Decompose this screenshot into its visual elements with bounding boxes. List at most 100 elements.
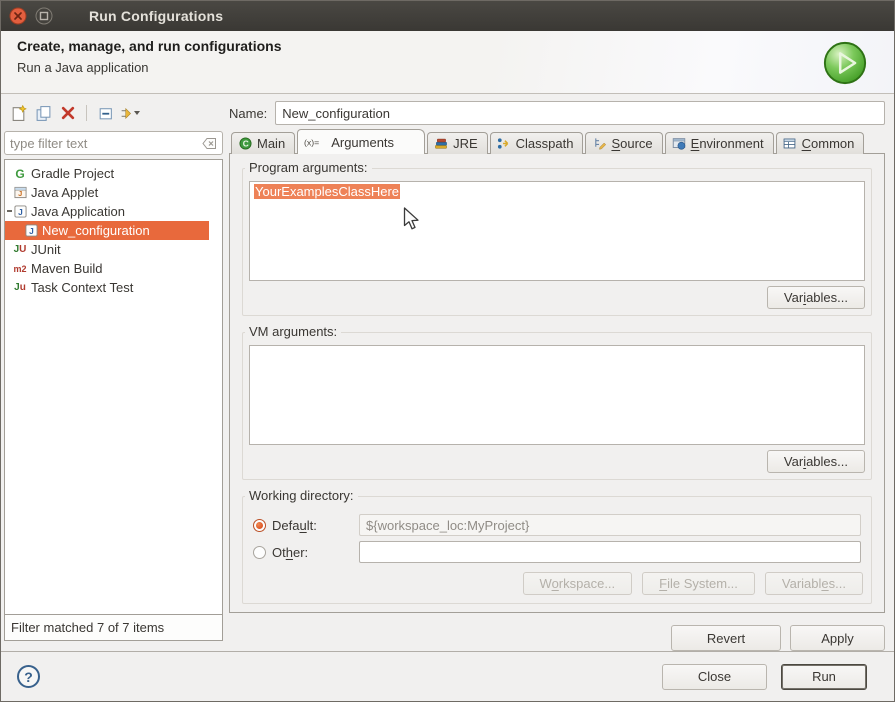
main-tab-icon: C <box>238 137 252 151</box>
name-input[interactable] <box>275 101 885 125</box>
junit-icon: JU <box>13 243 27 257</box>
new-configuration-button[interactable] <box>8 103 28 123</box>
configurations-tree-panel: G Gradle Project J Java Applet J Java Ap… <box>4 159 223 641</box>
other-directory-field[interactable] <box>359 541 861 563</box>
tree-item-label: New_configuration <box>42 223 150 238</box>
program-arguments-group: Program arguments: YourExamplesClassHere… <box>242 168 872 316</box>
program-arguments-textarea[interactable]: YourExamplesClassHere <box>249 181 865 281</box>
window-close-button[interactable] <box>9 7 27 25</box>
tab-bar: C Main (x)= Arguments JRE Class <box>229 129 885 153</box>
tree-item-java-application[interactable]: J Java Application <box>5 202 222 221</box>
collapse-all-icon <box>97 105 114 122</box>
duplicate-configuration-button[interactable] <box>33 103 53 123</box>
dialog-footer: ? Close Run <box>1 651 894 701</box>
workspace-button: Workspace... <box>523 572 633 595</box>
tab-label: Classpath <box>516 136 574 151</box>
other-directory-row: Other: <box>253 541 861 563</box>
new-config-icon <box>10 105 27 122</box>
configurations-sidebar: G Gradle Project J Java Applet J Java Ap… <box>4 100 223 641</box>
tab-arguments[interactable]: (x)= Arguments <box>297 129 425 154</box>
other-radio-option[interactable]: Other: <box>253 545 351 560</box>
tab-label: Common <box>802 136 855 151</box>
toolbar-separator <box>86 105 87 121</box>
environment-tab-icon <box>672 137 686 151</box>
apply-button[interactable]: Apply <box>790 625 885 651</box>
close-button[interactable]: Close <box>662 664 767 690</box>
dialog-header: Create, manage, and run configurations R… <box>1 31 894 94</box>
tree-item-label: Java Applet <box>31 185 98 200</box>
tab-label: Source <box>611 136 652 151</box>
vm-arguments-group: VM arguments: Variables... <box>242 332 872 480</box>
name-label: Name: <box>229 106 267 121</box>
svg-text:(x)=: (x)= <box>304 137 319 147</box>
classpath-tab-icon <box>497 137 511 151</box>
help-button[interactable]: ? <box>17 665 40 688</box>
vm-arguments-label: VM arguments: <box>245 324 341 339</box>
run-play-icon <box>822 40 868 86</box>
window-maximize-button[interactable] <box>35 7 53 25</box>
default-directory-row: Default: <box>253 514 861 536</box>
tree-expander-icon[interactable] <box>7 210 12 212</box>
delete-configuration-button[interactable] <box>58 103 78 123</box>
maximize-icon <box>35 7 53 25</box>
other-radio-icon[interactable] <box>253 546 266 559</box>
tree-item-junit[interactable]: JU JUnit <box>5 240 222 259</box>
configuration-editor: Name: C Main (x)= Arguments JRE <box>229 101 885 641</box>
close-icon <box>9 7 27 25</box>
svg-text:J: J <box>18 189 22 198</box>
program-arguments-label: Program arguments: <box>245 160 372 175</box>
tree-item-new-configuration[interactable]: J New_configuration <box>5 221 209 240</box>
task-context-icon: Ju <box>13 281 27 295</box>
filter-box <box>4 131 223 155</box>
tab-jre[interactable]: JRE <box>427 132 488 154</box>
tab-environment[interactable]: Environment <box>665 132 774 154</box>
maven-icon: m2 <box>13 262 27 276</box>
tab-main[interactable]: C Main <box>231 132 295 154</box>
tab-label: Main <box>257 136 285 151</box>
arguments-tab-content: Program arguments: YourExamplesClassHere… <box>229 153 885 613</box>
tree-item-java-applet[interactable]: J Java Applet <box>5 183 222 202</box>
working-directory-variables-button: Variables... <box>765 572 863 595</box>
duplicate-icon <box>35 105 52 122</box>
tree-item-maven-build[interactable]: m2 Maven Build <box>5 259 222 278</box>
tab-source[interactable]: Source <box>585 132 662 154</box>
default-directory-field <box>359 514 861 536</box>
revert-button[interactable]: Revert <box>671 625 781 651</box>
revert-apply-row: Revert Apply <box>229 625 885 651</box>
tree-item-gradle-project[interactable]: G Gradle Project <box>5 164 222 183</box>
program-arguments-variables-button[interactable]: Variables... <box>767 286 865 309</box>
window-title: Run Configurations <box>89 8 223 24</box>
default-radio-option[interactable]: Default: <box>253 518 351 533</box>
tab-classpath[interactable]: Classpath <box>490 132 584 154</box>
arguments-tab-icon: (x)= <box>304 135 326 149</box>
tree-item-label: JUnit <box>31 242 61 257</box>
default-radio-icon[interactable] <box>253 519 266 532</box>
filter-dropdown-arrow <box>134 111 140 115</box>
header-subtitle: Run a Java application <box>17 60 878 75</box>
other-radio-label: Other: <box>272 545 308 560</box>
java-applet-icon: J <box>13 186 27 200</box>
run-button[interactable]: Run <box>781 664 867 690</box>
tab-common[interactable]: Common <box>776 132 865 154</box>
file-system-button: File System... <box>642 572 755 595</box>
default-radio-label: Default: <box>272 518 317 533</box>
filter-input[interactable] <box>10 136 198 151</box>
delete-icon <box>60 105 76 121</box>
clear-filter-icon[interactable] <box>202 137 217 150</box>
tree-item-label: Java Application <box>31 204 125 219</box>
tree-item-label: Maven Build <box>31 261 103 276</box>
gradle-icon: G <box>13 167 27 181</box>
tree-item-task-context-test[interactable]: Ju Task Context Test <box>5 278 222 297</box>
svg-text:J: J <box>18 207 23 217</box>
collapse-all-button[interactable] <box>95 103 115 123</box>
filter-configurations-button[interactable] <box>120 103 140 123</box>
vm-arguments-textarea[interactable] <box>249 345 865 445</box>
window-titlebar[interactable]: Run Configurations <box>1 1 894 31</box>
svg-text:J: J <box>29 226 34 236</box>
working-directory-label: Working directory: <box>245 488 358 503</box>
header-title: Create, manage, and run configurations <box>17 38 878 54</box>
filter-status: Filter matched 7 of 7 items <box>5 614 222 640</box>
configurations-tree: G Gradle Project J Java Applet J Java Ap… <box>5 160 222 614</box>
vm-arguments-variables-button[interactable]: Variables... <box>767 450 865 473</box>
selected-argument-text: YourExamplesClassHere <box>254 184 400 199</box>
